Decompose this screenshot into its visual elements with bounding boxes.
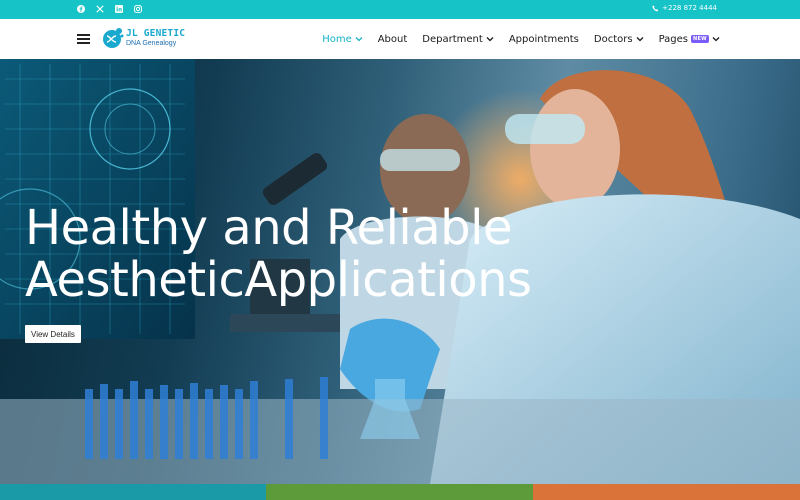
nav-doctors-label: Doctors [593,33,633,45]
nav-item-department[interactable]: Department [422,34,494,45]
nav-home-label: Home [322,33,352,45]
chevron-down-icon [355,37,363,42]
nav-appointments-label: Appointments [508,33,579,45]
main-nav: Home About Department Appointments Docto… [322,19,720,59]
top-bar: +228 872 4444 [0,0,800,19]
bottom-strip-2 [266,484,533,500]
hero-title-line2: AestheticApplications [25,252,532,308]
new-badge: NEW [690,35,709,43]
bottom-strip-1 [0,484,266,500]
nav-item-home[interactable]: Home [322,34,363,45]
phone-icon [652,5,659,11]
phone-number: +228 872 4444 [662,4,717,12]
bottom-strip-3 [533,484,800,500]
dna-logo-icon [102,27,124,49]
hero-section: Healthy and Reliable AestheticApplicatio… [0,59,800,484]
chevron-down-icon [486,37,494,42]
chevron-down-icon [636,37,644,42]
hero-title-line1: Healthy and Reliable [25,200,512,256]
x-icon[interactable] [95,4,105,14]
main-header: JL GENETIC DNA Genealogy Home About Depa… [0,19,800,59]
social-links [76,4,143,14]
nav-about-label: About [377,33,408,45]
linkedin-icon[interactable] [114,4,124,14]
phone-contact[interactable]: +228 872 4444 [652,4,717,12]
instagram-icon[interactable] [133,4,143,14]
nav-item-doctors[interactable]: Doctors [594,34,644,45]
view-details-button[interactable]: View Details [25,325,81,343]
nav-item-appointments[interactable]: Appointments [509,34,579,45]
nav-pages-label: Pages [658,33,688,45]
logo-title: JL GENETIC [126,28,186,40]
chevron-down-icon [712,37,720,42]
menu-icon[interactable] [77,34,90,44]
logo[interactable]: JL GENETIC DNA Genealogy [102,27,185,49]
nav-item-pages[interactable]: Pages NEW [659,34,720,45]
logo-subtitle: DNA Genealogy [126,39,177,47]
nav-item-about[interactable]: About [378,34,408,45]
hero-title: Healthy and Reliable AestheticApplicatio… [25,202,532,306]
facebook-icon[interactable] [76,4,86,14]
nav-department-label: Department [422,33,483,45]
